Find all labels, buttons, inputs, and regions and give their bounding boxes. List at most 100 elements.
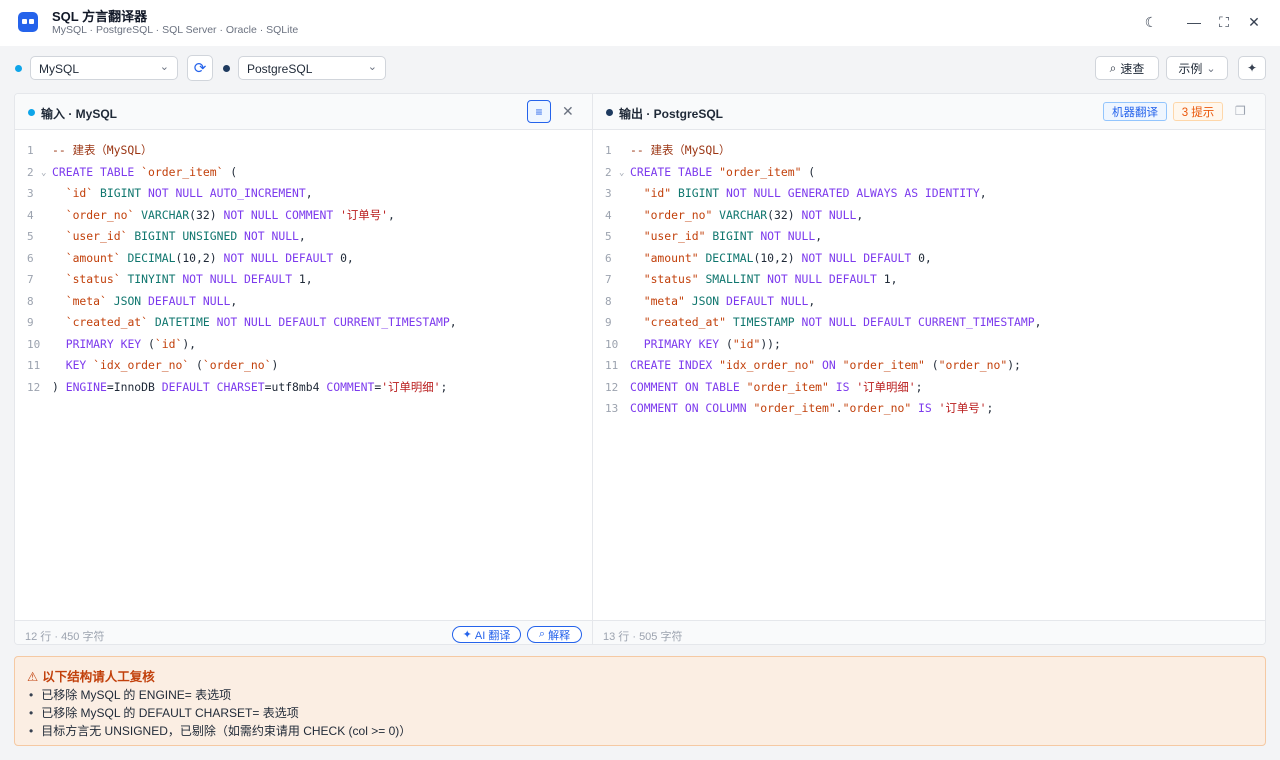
lookup-label: 速查	[1120, 61, 1145, 76]
code-line: 5 `user_id` BIGINT UNSIGNED NOT NULL,	[15, 226, 592, 248]
line-number: 11	[27, 359, 41, 372]
explain-label: 解释	[548, 629, 571, 642]
line-number: 7	[27, 273, 34, 286]
code-text: `id` BIGINT NOT NULL AUTO_INCREMENT,	[65, 186, 313, 200]
code-text: COMMENT ON COLUMN "order_item"."order_no…	[630, 401, 994, 415]
format-button[interactable]: ≡	[527, 100, 551, 123]
output-panel: 输出 · PostgreSQL 机器翻译 3 提示 ❐ 1 -- 建表（MySQL…	[593, 94, 1265, 644]
target-dialect-value: PostgreSQL	[247, 62, 313, 76]
target-dialect-select[interactable]: PostgreSQL ⌄	[238, 56, 386, 80]
explain-button[interactable]: ⌕ 解释	[527, 626, 582, 643]
line-number: 9	[605, 316, 612, 329]
fold-chevron-icon[interactable]: ⌄	[41, 163, 46, 185]
code-line: 12 COMMENT ON TABLE "order_item" IS '订单明细…	[593, 377, 1265, 399]
warning-triangle-icon: ⚠	[27, 670, 39, 684]
app-logo-icon	[18, 12, 38, 32]
input-code-editor[interactable]: 1 -- 建表（MySQL） 2 ⌄ CREATE TABLE `order_item`…	[15, 140, 592, 398]
code-text: "amount" DECIMAL(10,2) NOT NULL DEFAULT …	[643, 250, 932, 265]
code-text: PRIMARY KEY ("id"));	[643, 336, 781, 351]
code-line: 12) ENGINE=InnoDB DEFAULT CHARSET=utf8mb…	[15, 377, 592, 399]
code-line: 5 "user_id" BIGINT NOT NULL,	[593, 226, 1265, 248]
input-panel-title: 输入 · MySQL	[41, 107, 118, 121]
examples-button[interactable]: 示例 ⌄	[1166, 56, 1228, 80]
ai-sparkle-button[interactable]: ✦	[1238, 56, 1266, 80]
code-text: CREATE TABLE "order_item" (	[630, 164, 816, 179]
output-panel-footer: 13 行 · 505 字符	[593, 620, 1265, 644]
warnings-list: 已移除 MySQL 的 ENGINE= 表选项 已移除 MySQL 的 DEFA…	[29, 686, 411, 740]
output-code-editor[interactable]: 1 -- 建表（MySQL） 2 ⌄ CREATE TABLE "order_item"…	[593, 140, 1265, 420]
code-line: 9 `created_at` DATETIME NOT NULL DEFAULT…	[15, 312, 592, 334]
chevron-down-icon: ⌄	[159, 61, 169, 73]
code-line: 4 `order_no` VARCHAR(32) NOT NULL COMMEN…	[15, 205, 592, 227]
ai-translate-label: AI 翻译	[474, 629, 511, 642]
code-line: 6 "amount" DECIMAL(10,2) NOT NULL DEFAUL…	[593, 248, 1265, 270]
code-line: 3 `id` BIGINT NOT NULL AUTO_INCREMENT,	[15, 183, 592, 205]
line-number: 10	[27, 337, 41, 351]
output-stats: 13 行 · 505 字符	[603, 631, 683, 643]
line-number: 3	[27, 187, 34, 200]
code-text: CREATE TABLE `order_item` (	[52, 164, 238, 179]
sparkle-icon: ✦	[462, 629, 472, 641]
line-number: 10	[605, 337, 619, 351]
hints-badge[interactable]: 3 提示	[1173, 102, 1223, 121]
code-line: 2 ⌄ CREATE TABLE `order_item` (	[15, 162, 592, 184]
search-icon: ⌕	[1109, 60, 1117, 75]
source-dialect-select[interactable]: MySQL ⌄	[30, 56, 178, 80]
sparkle-icon: ✦	[1246, 61, 1258, 75]
code-line: 9 "created_at" TIMESTAMP NOT NULL DEFAUL…	[593, 312, 1265, 334]
app-title: SQL 方言翻译器	[52, 9, 148, 24]
line-number: 8	[27, 294, 34, 308]
review-warnings-box: ⚠以下结构请人工复核 已移除 MySQL 的 ENGINE= 表选项 已移除 M…	[14, 656, 1266, 746]
code-text: PRIMARY KEY (`id`),	[65, 336, 197, 351]
code-text: `status` TINYINT NOT NULL DEFAULT 1,	[65, 272, 313, 286]
swap-dialects-button[interactable]: ⟳	[187, 55, 213, 81]
search-icon: ⌕	[538, 628, 546, 640]
line-number: 13	[605, 402, 619, 415]
copy-icon[interactable]: ❐	[1235, 104, 1246, 118]
minimize-icon[interactable]: —	[1184, 12, 1204, 32]
fold-chevron-icon[interactable]: ⌄	[619, 163, 624, 185]
code-line: 8 "meta" JSON DEFAULT NULL,	[593, 291, 1265, 313]
input-stats: 12 行 · 450 字符	[25, 631, 105, 643]
editor-panels: 输入 · MySQL ≡ ✕ 1 -- 建表（MySQL） 2 ⌄ CREATE TAB…	[14, 93, 1266, 645]
source-dialect-value: MySQL	[39, 62, 80, 76]
line-number: 6	[27, 251, 34, 265]
input-dialect-dot	[28, 109, 35, 116]
code-line: 13 COMMENT ON COLUMN "order_item"."order_…	[593, 398, 1265, 420]
code-line: 6 `amount` DECIMAL(10,2) NOT NULL DEFAUL…	[15, 248, 592, 270]
code-line: 8 `meta` JSON DEFAULT NULL,	[15, 291, 592, 313]
line-number: 8	[605, 294, 612, 308]
output-panel-header: 输出 · PostgreSQL 机器翻译 3 提示 ❐	[593, 94, 1265, 130]
code-text: KEY `idx_order_no` (`order_no`)	[65, 358, 279, 372]
chevron-down-icon: ⌄	[1206, 62, 1216, 75]
code-text: CREATE INDEX "idx_order_no" ON "order_it…	[630, 358, 1021, 372]
clear-input-icon[interactable]: ✕	[562, 103, 574, 120]
code-text: `order_no` VARCHAR(32) NOT NULL COMMENT …	[65, 207, 395, 222]
code-line: 4 "order_no" VARCHAR(32) NOT NULL,	[593, 205, 1265, 227]
code-line: 7 `status` TINYINT NOT NULL DEFAULT 1,	[15, 269, 592, 291]
code-line: 1 -- 建表（MySQL）	[15, 140, 592, 162]
code-text: "meta" JSON DEFAULT NULL,	[643, 293, 816, 308]
warnings-title-text: 以下结构请人工复核	[42, 670, 155, 684]
code-text: ) ENGINE=InnoDB DEFAULT CHARSET=utf8mb4 …	[52, 379, 448, 394]
lookup-button[interactable]: ⌕ 速查	[1095, 56, 1159, 80]
line-number: 9	[27, 316, 34, 329]
machine-translation-badge: 机器翻译	[1103, 102, 1167, 121]
warning-item: 已移除 MySQL 的 DEFAULT CHARSET= 表选项	[29, 704, 411, 722]
code-text: "id" BIGINT NOT NULL GENERATED ALWAYS AS…	[643, 186, 987, 200]
line-number: 4	[27, 208, 34, 222]
maximize-icon[interactable]: ⛶	[1214, 12, 1234, 32]
code-text: "order_no" VARCHAR(32) NOT NULL,	[643, 207, 864, 222]
code-text: `created_at` DATETIME NOT NULL DEFAULT C…	[65, 315, 457, 329]
ai-translate-button[interactable]: ✦ AI 翻译	[452, 626, 521, 643]
input-panel: 输入 · MySQL ≡ ✕ 1 -- 建表（MySQL） 2 ⌄ CREATE TAB…	[15, 94, 593, 644]
source-dialect-dot	[15, 65, 22, 72]
app-subtitle: MySQL · PostgreSQL · SQL Server · Oracle…	[52, 24, 299, 36]
line-number: 11	[605, 359, 619, 372]
line-number: 7	[605, 273, 612, 286]
dialect-toolbar: MySQL ⌄ ⟳ PostgreSQL ⌄ ⌕ 速查 示例 ⌄ ✦	[0, 46, 1280, 90]
close-icon[interactable]: ✕	[1244, 12, 1264, 32]
code-text: `user_id` BIGINT UNSIGNED NOT NULL,	[65, 229, 306, 243]
chevron-down-icon: ⌄	[367, 61, 377, 73]
moon-icon[interactable]: ☾	[1141, 12, 1161, 32]
